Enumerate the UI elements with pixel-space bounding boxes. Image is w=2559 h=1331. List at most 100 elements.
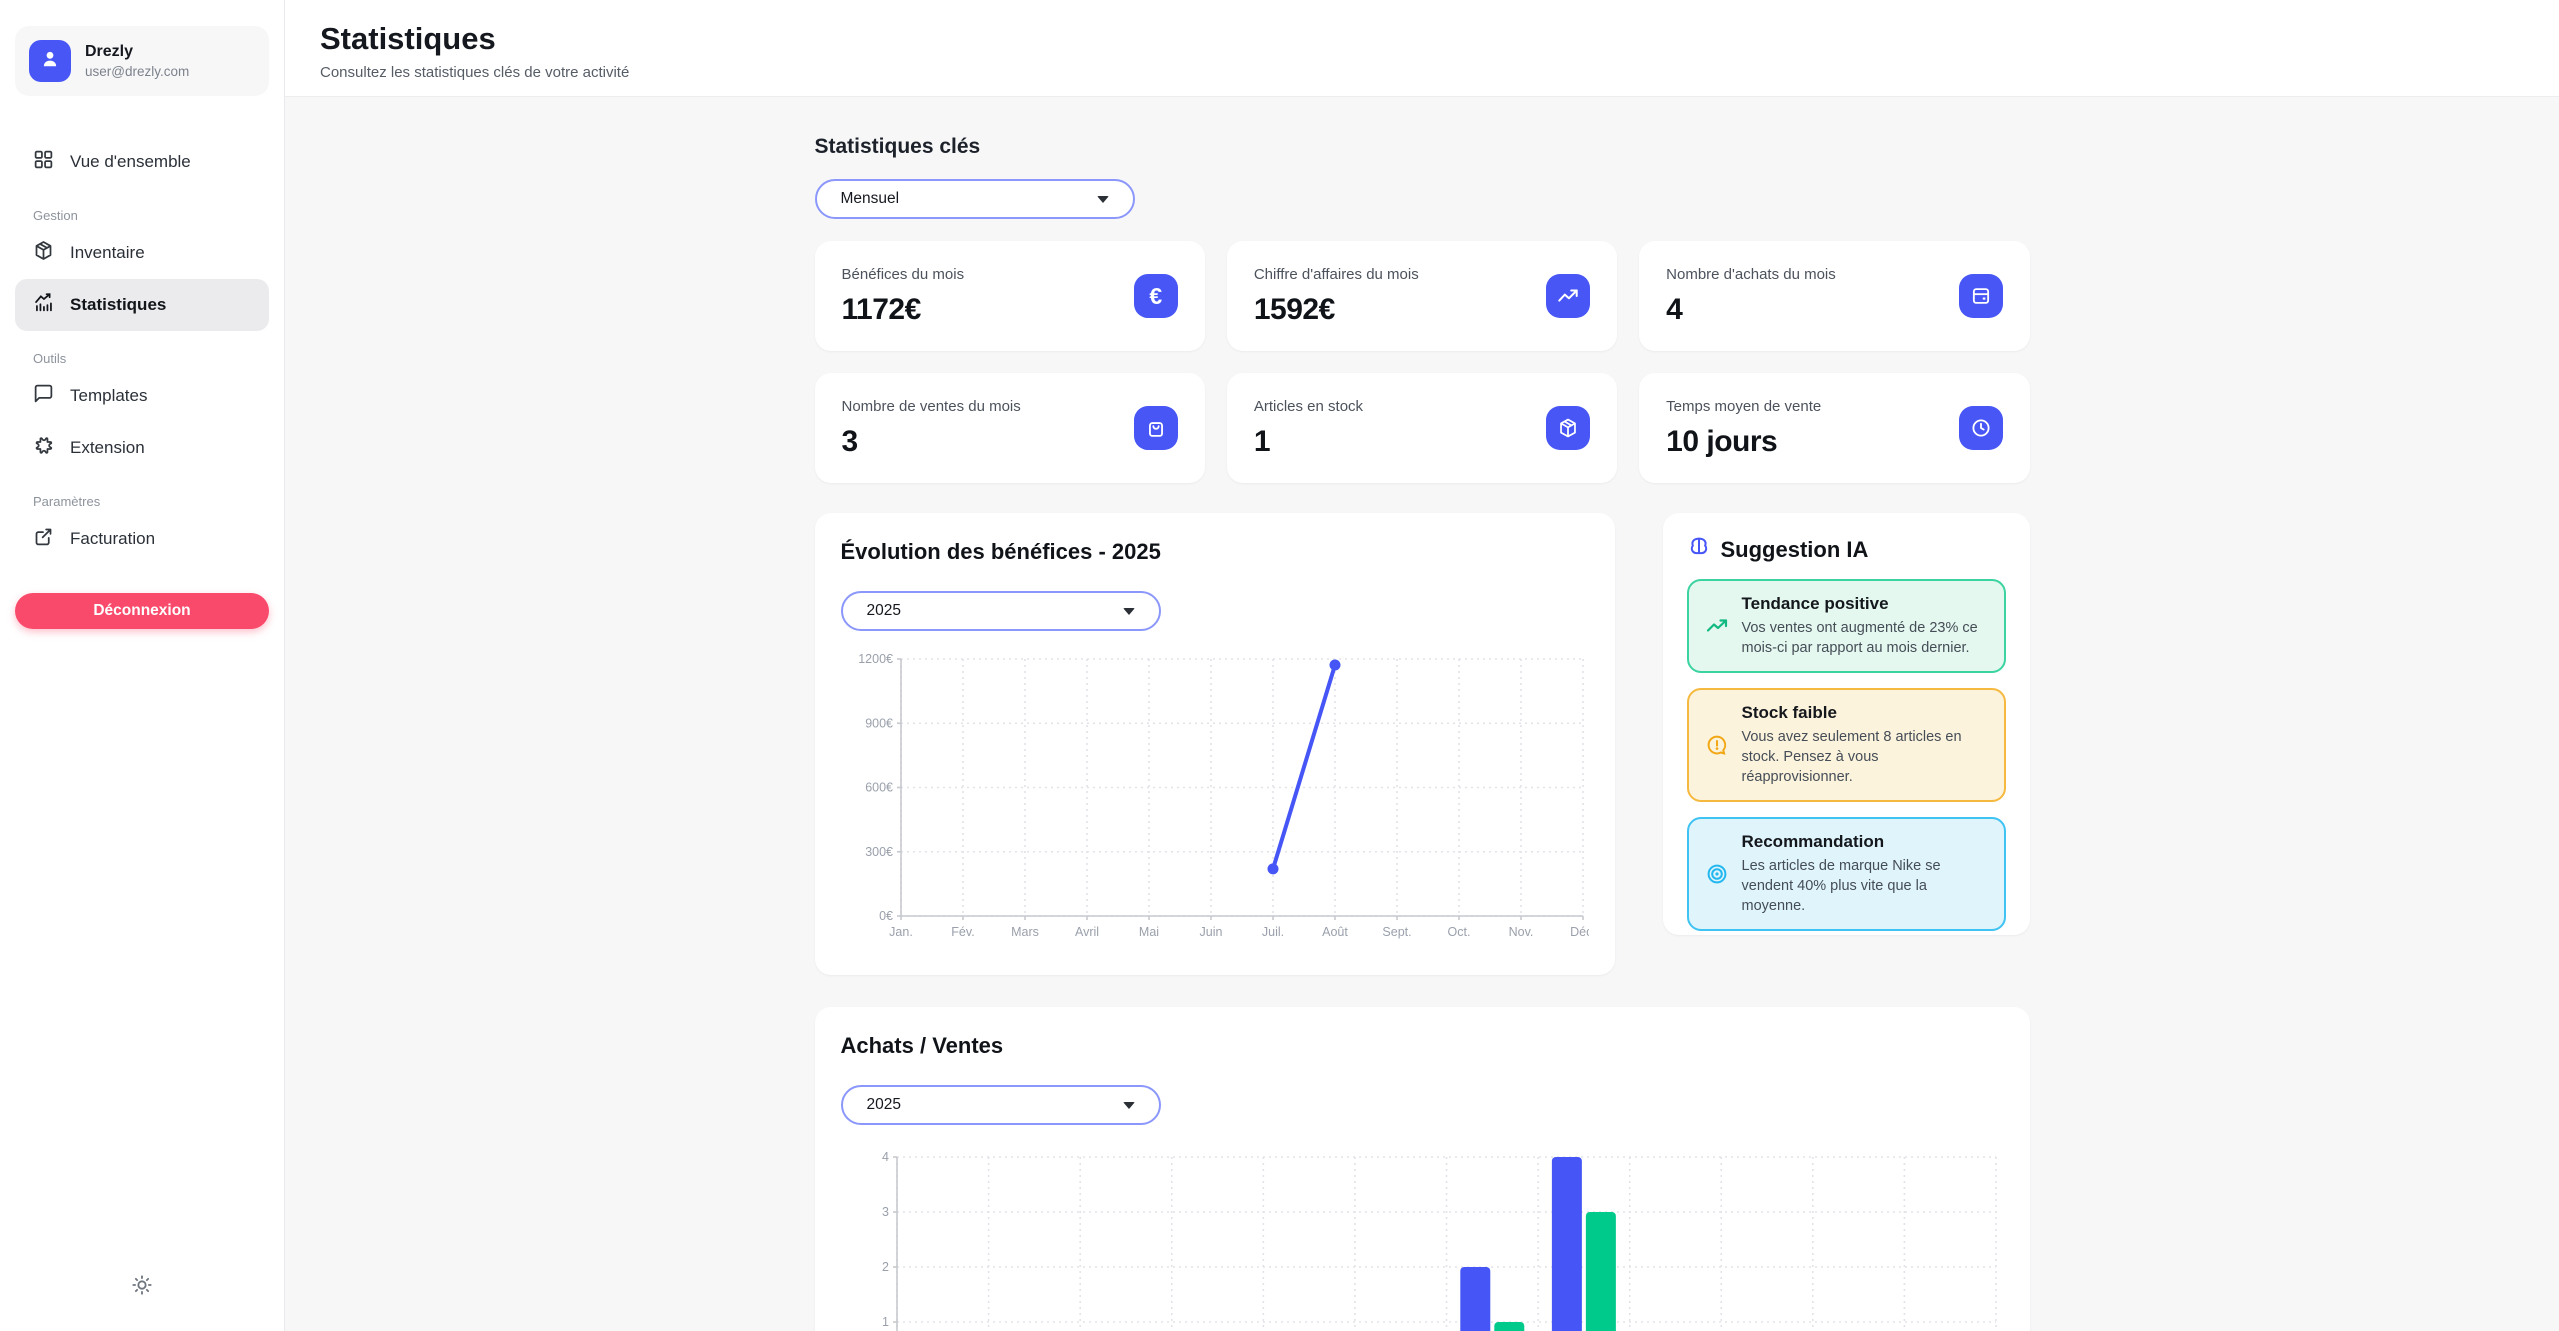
alert-icon [1705, 733, 1729, 757]
suggestion-text: Les articles de marque Nike se vendent 4… [1742, 856, 1988, 916]
user-icon [38, 47, 62, 76]
svg-text:Nov.: Nov. [1508, 925, 1533, 939]
profit-line-chart: Jan.Fév.MarsAvrilMaiJuinJuil.AoûtSept.Oc… [841, 649, 1589, 949]
stat-card-articles-stock: Articles en stock 1 [1227, 373, 1617, 483]
charts-row: Évolution des bénéfices - 2025 2025 Jan.… [815, 513, 2030, 975]
suggestion-title: Stock faible [1742, 703, 1988, 723]
stat-label: Chiffre d'affaires du mois [1254, 266, 1419, 283]
stat-card-nombre-achats: Nombre d'achats du mois 4 [1639, 241, 2029, 351]
svg-text:Juil.: Juil. [1261, 925, 1283, 939]
svg-text:Déc.: Déc. [1570, 925, 1589, 939]
svg-text:3: 3 [882, 1205, 889, 1219]
user-name: Drezly [85, 43, 189, 61]
sidebar-nav: Vue d'ensemble Gestion Inventaire Statis… [15, 136, 269, 565]
stat-value: 4 [1666, 293, 1836, 327]
stat-value: 10 jours [1666, 425, 1821, 459]
svg-text:0€: 0€ [879, 909, 893, 923]
stat-card-chiffre-affaires: Chiffre d'affaires du mois 1592€ [1227, 241, 1617, 351]
profit-chart-card: Évolution des bénéfices - 2025 2025 Jan.… [815, 513, 1615, 975]
grid-icon [33, 149, 54, 175]
stat-value: 1172€ [842, 293, 965, 327]
ai-suggestions-title: Suggestion IA [1721, 537, 1869, 563]
stats-heading: Statistiques clés [815, 135, 2030, 159]
trending-up-icon [1705, 614, 1729, 638]
svg-text:Juin: Juin [1199, 925, 1222, 939]
stat-cards-grid: Bénéfices du mois 1172€ € Chiffre d'affa… [815, 241, 2030, 483]
svg-text:Sept.: Sept. [1382, 925, 1411, 939]
external-link-icon [33, 526, 54, 552]
sales-bar-chart: 43210 [841, 1143, 2004, 1331]
profit-year-select[interactable]: 2025 [841, 591, 1161, 631]
svg-text:900€: 900€ [865, 716, 893, 730]
stat-label: Nombre de ventes du mois [842, 398, 1021, 415]
stat-value: 3 [842, 425, 1021, 459]
sidebar-item-label: Templates [70, 386, 147, 406]
app-root: Drezly user@drezly.com Vue d'ensemble Ge… [0, 0, 2559, 1331]
logout-button[interactable]: Déconnexion [15, 593, 269, 629]
sidebar-item-label: Statistiques [70, 295, 166, 315]
sun-icon [131, 1284, 153, 1299]
page-header: Statistiques Consultez les statistiques … [285, 0, 2559, 97]
chevron-down-icon [1097, 196, 1109, 203]
svg-text:Oct.: Oct. [1447, 925, 1470, 939]
sidebar-item-inventaire[interactable]: Inventaire [15, 227, 269, 279]
stat-card-temps-moyen: Temps moyen de vente 10 jours [1639, 373, 2029, 483]
suggestion-low-stock: Stock faible Vous avez seulement 8 artic… [1687, 688, 2006, 802]
stat-card-nombre-ventes: Nombre de ventes du mois 3 [815, 373, 1205, 483]
sales-chart-card: Achats / Ventes 2025 43210 [815, 1007, 2030, 1331]
svg-text:600€: 600€ [865, 781, 893, 795]
sales-year-select[interactable]: 2025 [841, 1085, 1161, 1125]
shopping-bag-icon [1134, 406, 1178, 450]
sidebar-item-label: Extension [70, 438, 145, 458]
user-email: user@drezly.com [85, 64, 189, 79]
trending-up-icon [1546, 274, 1590, 318]
sidebar-section-parametres: Paramètres [33, 494, 251, 509]
svg-text:Jan.: Jan. [889, 925, 913, 939]
package-icon [1546, 406, 1590, 450]
sales-chart-title: Achats / Ventes [841, 1033, 2004, 1059]
suggestion-text: Vous avez seulement 8 articles en stock.… [1742, 727, 1988, 787]
sidebar-item-templates[interactable]: Templates [15, 370, 269, 422]
sidebar-item-label: Inventaire [70, 243, 145, 263]
avatar [29, 40, 71, 82]
theme-toggle-button[interactable] [123, 1266, 161, 1307]
suggestion-text: Vos ventes ont augmenté de 23% ce mois-c… [1742, 618, 1988, 658]
brain-icon [1687, 535, 1711, 564]
chevron-down-icon [1123, 608, 1135, 615]
profit-chart-title: Évolution des bénéfices - 2025 [841, 539, 1589, 565]
stat-value: 1 [1254, 425, 1363, 459]
page-subtitle: Consultez les statistiques clés de votre… [320, 64, 2524, 81]
suggestion-title: Recommandation [1742, 832, 1988, 852]
svg-text:Avril: Avril [1074, 925, 1098, 939]
sidebar-item-statistiques[interactable]: Statistiques [15, 279, 269, 331]
page-title: Statistiques [320, 21, 2524, 57]
profit-year-value: 2025 [867, 602, 901, 620]
clock-icon [1959, 406, 2003, 450]
period-select-value: Mensuel [841, 190, 900, 208]
calculator-icon [1959, 274, 2003, 318]
svg-text:2: 2 [882, 1260, 889, 1274]
message-icon [33, 383, 54, 409]
stat-card-benefices: Bénéfices du mois 1172€ € [815, 241, 1205, 351]
svg-text:4: 4 [882, 1150, 889, 1164]
sidebar-section-gestion: Gestion [33, 208, 251, 223]
svg-text:Août: Août [1322, 925, 1348, 939]
puzzle-icon [33, 435, 54, 461]
euro-icon: € [1134, 274, 1178, 318]
main-area: Statistiques Consultez les statistiques … [285, 0, 2559, 1331]
sidebar-item-extension[interactable]: Extension [15, 422, 269, 474]
svg-text:300€: 300€ [865, 845, 893, 859]
sidebar-item-overview[interactable]: Vue d'ensemble [15, 136, 269, 188]
stat-label: Nombre d'achats du mois [1666, 266, 1836, 283]
stat-label: Articles en stock [1254, 398, 1363, 415]
sidebar: Drezly user@drezly.com Vue d'ensemble Ge… [0, 0, 285, 1331]
stat-value: 1592€ [1254, 293, 1419, 327]
svg-text:Fév.: Fév. [951, 925, 974, 939]
sidebar-section-outils: Outils [33, 351, 251, 366]
period-select[interactable]: Mensuel [815, 179, 1135, 219]
target-icon [1705, 862, 1729, 886]
sidebar-item-facturation[interactable]: Facturation [15, 513, 269, 565]
stat-label: Bénéfices du mois [842, 266, 965, 283]
sidebar-item-label: Vue d'ensemble [70, 152, 191, 172]
user-card[interactable]: Drezly user@drezly.com [15, 26, 269, 96]
